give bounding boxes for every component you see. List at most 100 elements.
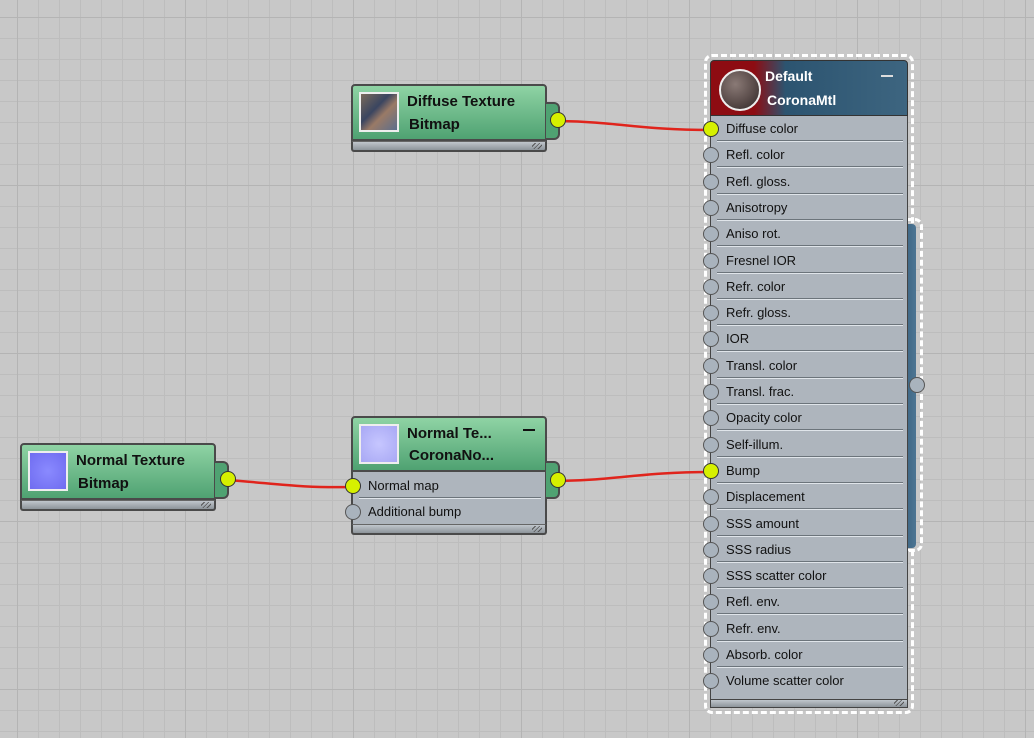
slot-label: Refr. gloss. xyxy=(726,305,792,321)
slot-normal-map[interactable]: Normal map xyxy=(345,473,545,499)
node-footer xyxy=(20,500,216,511)
slot-refr-gloss[interactable]: Refr. gloss. xyxy=(703,300,907,327)
input-port[interactable] xyxy=(703,357,719,374)
input-port[interactable] xyxy=(703,384,719,400)
node-type: Bitmap xyxy=(409,116,460,133)
node-header[interactable]: Diffuse Texture Bitmap xyxy=(351,84,547,141)
input-port[interactable] xyxy=(703,462,719,479)
node-type: CoronaNo... xyxy=(409,447,494,464)
resize-grip-icon[interactable] xyxy=(894,700,904,706)
input-port[interactable] xyxy=(703,489,719,506)
slot-label: Volume scatter color xyxy=(726,673,844,689)
slot-label: Refr. color xyxy=(726,278,786,294)
slot-label: Transl. color xyxy=(726,357,798,373)
slot-sss-radius[interactable]: SSS radius xyxy=(703,537,907,563)
input-port[interactable] xyxy=(703,436,719,453)
slot-transl-color[interactable]: Transl. color xyxy=(703,353,907,379)
slot-refr-env[interactable]: Refr. env. xyxy=(703,616,907,642)
slot-bump[interactable]: Bump xyxy=(703,458,907,484)
slot-aniso-rot[interactable]: Aniso rot. xyxy=(703,221,907,248)
corona-mtl-node[interactable]: Default CoronaMtl Diffuse color Refl. col… xyxy=(703,54,925,716)
node-type: Bitmap xyxy=(78,475,129,492)
input-port[interactable] xyxy=(703,305,719,322)
input-port[interactable] xyxy=(703,515,719,532)
slot-anisotropy[interactable]: Anisotropy xyxy=(703,195,907,221)
slot-refr-color[interactable]: Refr. color xyxy=(703,274,907,300)
slot-label: Opacity color xyxy=(726,410,802,426)
node-footer xyxy=(710,699,908,708)
input-port[interactable] xyxy=(703,647,719,663)
slot-refl-color[interactable]: Refl. color xyxy=(703,142,907,169)
wire-normal-node-to-bump xyxy=(558,470,712,483)
input-port[interactable] xyxy=(703,594,719,611)
material-sphere-preview-icon xyxy=(719,69,761,111)
input-port[interactable] xyxy=(703,331,719,348)
slot-sss-amount[interactable]: SSS amount xyxy=(703,511,907,537)
input-port[interactable] xyxy=(703,173,719,190)
input-port[interactable] xyxy=(703,410,719,427)
slot-label: Displacement xyxy=(726,489,805,505)
slot-list: Diffuse color Refl. color Refl. gloss. Anis… xyxy=(703,116,908,701)
node-header[interactable]: Normal Texture Bitmap xyxy=(20,443,216,500)
diffuse-texture-node[interactable]: Diffuse Texture Bitmap xyxy=(351,84,566,158)
slot-label: Fresnel IOR xyxy=(726,252,797,268)
node-header[interactable]: Default CoronaMtl xyxy=(710,60,908,116)
input-port[interactable] xyxy=(703,278,719,295)
slot-label: Transl. frac. xyxy=(726,384,795,399)
slot-refl-env[interactable]: Refl. env. xyxy=(703,589,907,616)
input-port[interactable] xyxy=(703,541,719,558)
input-port[interactable] xyxy=(703,620,719,637)
input-port[interactable] xyxy=(345,478,361,494)
resize-grip-icon[interactable] xyxy=(201,502,211,508)
output-port[interactable] xyxy=(220,471,236,487)
input-port[interactable] xyxy=(703,199,719,216)
slot-refl-gloss[interactable]: Refl. gloss. xyxy=(703,169,907,195)
slot-additional-bump[interactable]: Additional bump xyxy=(345,499,545,525)
slot-displacement[interactable]: Displacement xyxy=(703,484,907,511)
resize-grip-icon[interactable] xyxy=(532,143,542,149)
input-port[interactable] xyxy=(345,504,361,520)
slot-label: Bump xyxy=(726,462,760,478)
output-port[interactable] xyxy=(909,377,925,393)
slot-label: Refl. env. xyxy=(726,594,780,610)
resize-grip-icon[interactable] xyxy=(532,526,542,532)
output-port[interactable] xyxy=(550,112,566,128)
slot-diffuse-color[interactable]: Diffuse color xyxy=(703,116,907,142)
normal-map-thumbnail-icon xyxy=(359,424,399,464)
slot-label: Additional bump xyxy=(368,504,462,519)
slot-opacity-color[interactable]: Opacity color xyxy=(703,405,907,432)
slot-volume-scatter-color[interactable]: Volume scatter color xyxy=(703,668,907,694)
input-port[interactable] xyxy=(703,121,719,137)
slot-fresnel-ior[interactable]: Fresnel IOR xyxy=(703,248,907,274)
node-title: Normal Te... xyxy=(407,425,492,442)
minimize-icon[interactable] xyxy=(523,429,535,431)
slot-sss-scatter-color[interactable]: SSS scatter color xyxy=(703,563,907,590)
node-title: Default xyxy=(765,68,813,84)
slot-ior[interactable]: IOR xyxy=(703,326,907,353)
slot-label: SSS scatter color xyxy=(726,568,827,584)
slot-transl-frac[interactable]: Transl. frac. xyxy=(703,379,907,405)
input-port[interactable] xyxy=(703,568,719,585)
wire-diffuse-to-mtl xyxy=(558,119,712,132)
node-type: CoronaMtl xyxy=(767,92,837,108)
node-header[interactable]: Normal Te... CoronaNo... xyxy=(351,416,547,472)
slot-self-illum[interactable]: Self-illum. xyxy=(703,432,907,458)
input-port[interactable] xyxy=(703,673,719,690)
normal-map-thumbnail-icon xyxy=(28,451,68,491)
input-port[interactable] xyxy=(703,147,719,164)
corona-normal-node[interactable]: Normal Te... CoronaNo... Normal map Addi… xyxy=(345,416,566,544)
node-footer xyxy=(351,141,547,152)
node-footer xyxy=(351,524,547,535)
slot-list: Normal map Additional bump xyxy=(345,472,547,525)
normal-texture-node[interactable]: Normal Texture Bitmap xyxy=(20,443,236,517)
slot-label: Normal map xyxy=(368,478,439,493)
slot-absorb-color[interactable]: Absorb. color xyxy=(703,642,907,668)
slot-label: SSS amount xyxy=(726,515,799,531)
input-port[interactable] xyxy=(703,226,719,243)
input-port[interactable] xyxy=(703,252,719,269)
slot-label: Aniso rot. xyxy=(726,226,781,242)
minimize-icon[interactable] xyxy=(881,75,893,77)
output-port[interactable] xyxy=(550,472,566,488)
node-title: Normal Texture xyxy=(76,452,185,469)
slot-label: Anisotropy xyxy=(726,199,788,215)
